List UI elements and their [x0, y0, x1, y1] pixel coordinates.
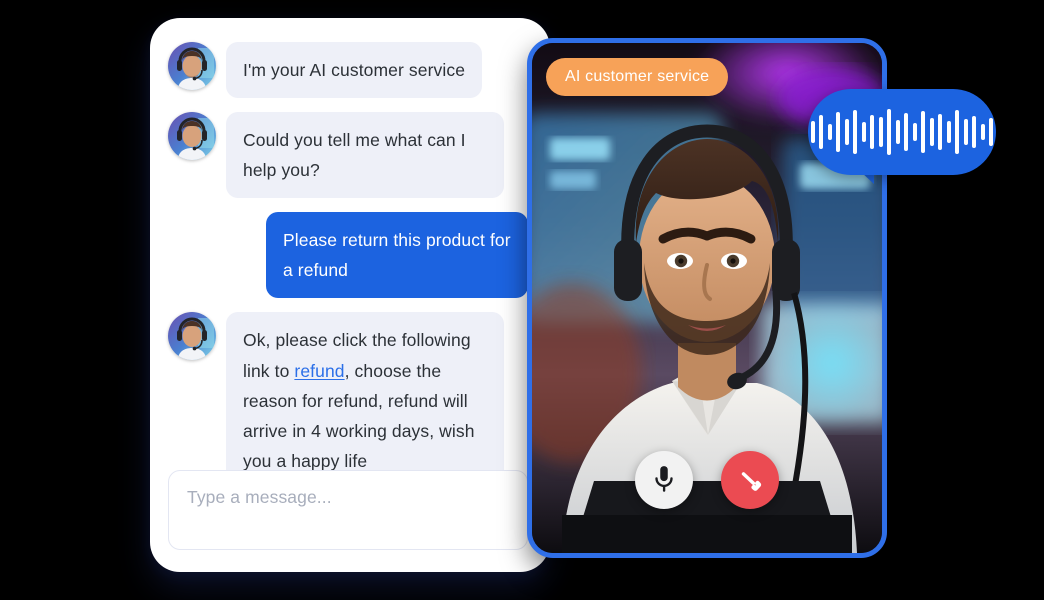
- call-controls: [532, 451, 882, 509]
- waveform-bar: [929, 118, 934, 146]
- waveform-bar: [895, 120, 900, 144]
- microphone-button[interactable]: [635, 451, 693, 509]
- voice-message-bubble[interactable]: [808, 89, 996, 175]
- agent-avatar: [168, 42, 216, 90]
- waveform-bar: [861, 122, 866, 142]
- waveform-bar: [819, 115, 824, 149]
- waveform-bar: [904, 113, 909, 151]
- waveform-bar: [870, 115, 875, 149]
- waveform-bar: [946, 121, 951, 143]
- waveform-bar: [921, 111, 926, 153]
- waveform-bar: [938, 114, 943, 150]
- end-call-button[interactable]: [721, 451, 779, 509]
- message-row-outgoing: Please return this product for a refund: [168, 212, 528, 299]
- waveform-bar: [853, 110, 858, 154]
- message-row-incoming: I'm your AI customer service: [168, 42, 528, 99]
- microphone-icon: [655, 466, 673, 492]
- waveform-bar: [844, 119, 849, 145]
- chat-panel: I'm your AI customer service Could you t…: [150, 18, 550, 572]
- ai-agent-badge: AI customer service: [546, 58, 729, 96]
- message-bubble: I'm your AI customer service: [226, 42, 483, 99]
- waveform-bar: [878, 117, 883, 147]
- waveform-bar: [980, 124, 985, 140]
- waveform-bar: [827, 124, 832, 140]
- waveform-bar: [989, 118, 994, 146]
- waveform-bar: [955, 110, 960, 154]
- phone-hangup-icon: [741, 472, 762, 491]
- waveform-bar: [887, 109, 892, 155]
- waveform-bar: [810, 121, 815, 143]
- message-row-incoming: Could you tell me what can I help you?: [168, 112, 528, 199]
- refund-link[interactable]: refund: [294, 361, 344, 381]
- message-bubble: Please return this product for a refund: [266, 212, 528, 299]
- audio-waveform-icon: [810, 105, 994, 159]
- message-bubble-with-link: Ok, please click the following link to r…: [226, 312, 504, 489]
- message-input[interactable]: Type a message...: [168, 470, 528, 550]
- waveform-bar: [972, 116, 977, 148]
- agent-avatar: [168, 112, 216, 161]
- message-list: I'm your AI customer service Could you t…: [168, 42, 528, 489]
- waveform-bar: [836, 112, 841, 152]
- message-row-incoming: Ok, please click the following link to r…: [168, 312, 528, 489]
- screenshot-stage: I'm your AI customer service Could you t…: [0, 0, 1044, 600]
- waveform-bar: [963, 119, 968, 145]
- agent-avatar: [168, 312, 216, 361]
- waveform-bar: [912, 123, 917, 141]
- message-bubble: Could you tell me what can I help you?: [226, 112, 504, 199]
